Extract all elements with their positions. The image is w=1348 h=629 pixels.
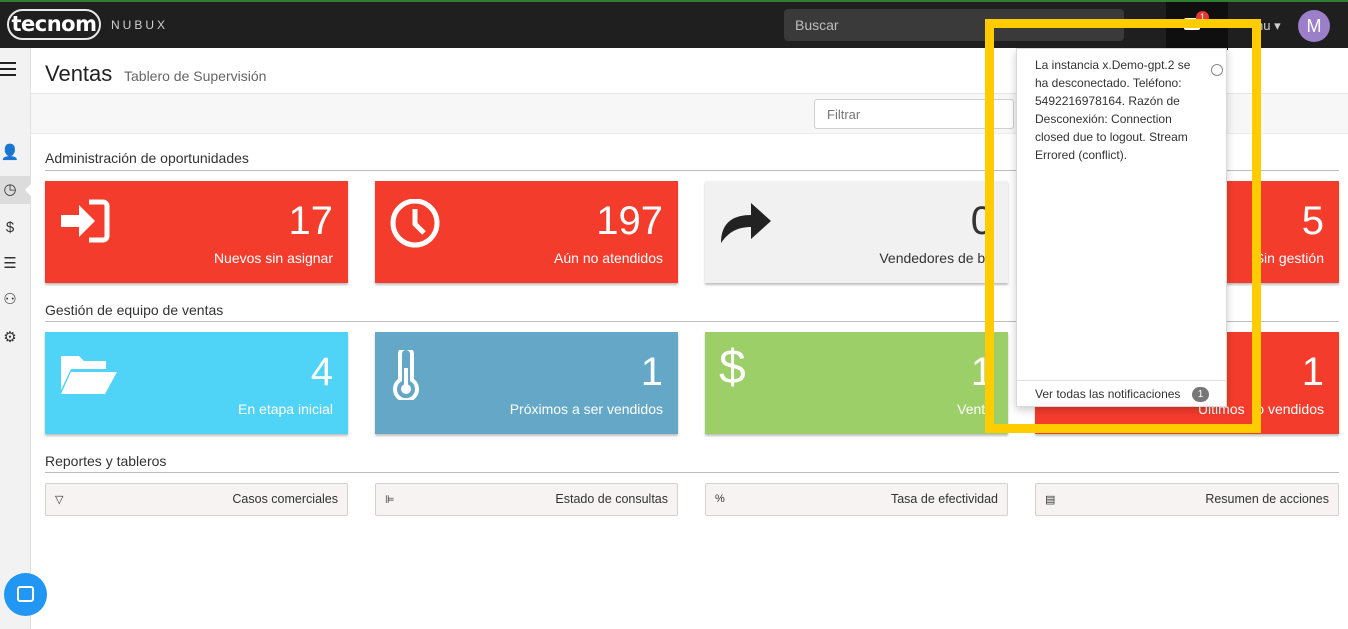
sign-in-icon: [61, 199, 110, 243]
card-value: 1: [640, 350, 663, 394]
thermometer-icon: [393, 350, 419, 400]
sidebar-active-pointer: [25, 183, 32, 197]
chat-icon: [17, 586, 34, 602]
section-divider: [45, 472, 1339, 473]
share-arrow-icon: [721, 203, 771, 243]
card-nuevos-sin-asignar[interactable]: 17 Nuevos sin asignar: [45, 181, 348, 283]
section-title-oportunidades: Administración de oportunidades: [45, 150, 249, 166]
tecnom-logo[interactable]: tecnom: [7, 9, 101, 40]
gears-icon[interactable]: ⚙: [0, 328, 20, 348]
bar-chart-icon[interactable]: ☰: [0, 254, 20, 274]
card-label: En etapa inicial: [238, 401, 333, 417]
card-label: Sin gestión: [1254, 250, 1324, 266]
hamburger-menu-icon[interactable]: [0, 62, 16, 76]
card-value: 5: [1301, 199, 1324, 243]
page-subtitle: Tablero de Supervisión: [124, 68, 267, 84]
card-value: 17: [288, 199, 334, 243]
report-label: Tasa de efectividad: [890, 492, 998, 506]
report-label: Estado de consultas: [555, 492, 668, 506]
page-title: Ventas: [45, 61, 113, 86]
card-label: Aún no atendidos: [554, 250, 663, 266]
section-title-equipo: Gestión de equipo de ventas: [45, 302, 224, 318]
dashboard-icon[interactable]: ◷: [0, 180, 20, 200]
card-en-etapa-inicial[interactable]: 4 En etapa inicial: [45, 332, 348, 434]
section-title-reportes: Reportes y tableros: [45, 453, 167, 469]
clock-icon: [390, 199, 440, 248]
report-label: Casos comerciales: [232, 492, 338, 506]
percent-icon: %: [715, 493, 725, 505]
report-resumen-de-acciones[interactable]: ▤ Resumen de acciones: [1035, 483, 1339, 516]
highlight-frame: [985, 19, 1261, 433]
report-casos-comerciales[interactable]: ▽ Casos comerciales: [45, 483, 348, 516]
report-tasa-de-efectividad[interactable]: % Tasa de efectividad: [705, 483, 1008, 516]
card-value: 197: [596, 199, 663, 243]
card-label: Nuevos sin asignar: [213, 250, 333, 266]
avatar[interactable]: M: [1298, 10, 1330, 42]
dollar-icon[interactable]: $: [0, 218, 20, 238]
card-ventas[interactable]: $ 1 Venta: [705, 332, 1008, 434]
card-proximos-a-ser-vendidos[interactable]: 1 Próximos a ser vendidos: [375, 332, 678, 434]
bar-chart-icon: ⊫: [385, 494, 395, 506]
report-label: Resumen de acciones: [1205, 492, 1329, 506]
filter-icon: ▽: [55, 494, 64, 506]
user-icon[interactable]: 👤: [0, 143, 20, 163]
card-vendedores[interactable]: 0 Vendedores de ba: [705, 181, 1008, 283]
filter-input[interactable]: Filtrar: [814, 99, 1014, 129]
card-label: Próximos a ser vendidos: [509, 401, 663, 417]
card-value: 1: [1301, 350, 1324, 394]
card-value: 4: [310, 350, 333, 394]
card-aun-no-atendidos[interactable]: 197 Aún no atendidos: [375, 181, 678, 283]
sidebar: 👤 ◷ $ ☰ ⚇ ⚙: [0, 48, 32, 629]
chat-launcher-button[interactable]: [4, 573, 47, 616]
file-icon: ▤: [1045, 494, 1056, 506]
brand-label: NUBUX: [111, 18, 169, 32]
card-label: Vendedores de ba: [879, 250, 993, 266]
report-estado-de-consultas[interactable]: ⊫ Estado de consultas: [375, 483, 678, 516]
folder-open-icon: [61, 356, 117, 394]
team-icon[interactable]: ⚇: [0, 290, 20, 310]
dollar-icon: $: [719, 341, 746, 394]
